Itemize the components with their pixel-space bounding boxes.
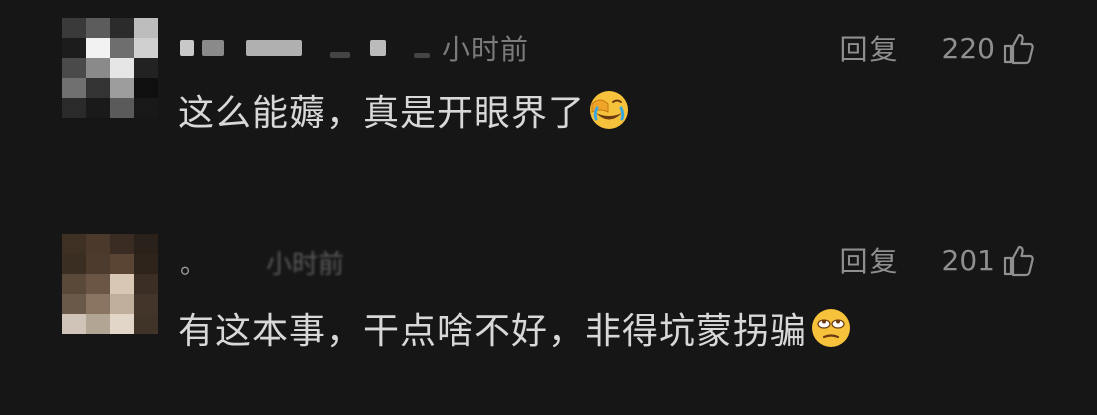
blurred-username [330, 52, 350, 58]
comment-list: 小时前 回复 220 这么能薅，真是开眼界了 。 小时前 回复 201 有这本事… [0, 0, 1097, 415]
like-count: 201 [941, 243, 995, 277]
thumb-up-icon[interactable] [1001, 31, 1035, 65]
comment-actions: 回复 201 [840, 240, 1035, 280]
facepalm-laughing-icon [590, 91, 629, 129]
reply-button[interactable]: 回复 [840, 28, 900, 68]
reply-button[interactable]: 回复 [840, 240, 900, 280]
blurred-username [202, 40, 224, 56]
blurred-username [370, 40, 386, 56]
comment-author: 。 [180, 249, 207, 280]
comment-text: 这么能薅，真是开眼界了 [178, 93, 586, 134]
avatar[interactable] [62, 18, 158, 118]
comment-meta: 小时前 [180, 28, 529, 68]
avatar[interactable] [62, 234, 158, 334]
comment-text-row: 有这本事，干点啥不好，非得坑蒙拐骗 [178, 302, 853, 354]
like-count: 220 [941, 31, 995, 65]
eye-roll-icon [812, 309, 851, 347]
thumb-up-icon[interactable] [1001, 243, 1035, 277]
comment-text: 有这本事，干点啥不好，非得坑蒙拐骗 [178, 311, 808, 352]
comment-time: 小时前 [266, 249, 345, 280]
comment-meta: 。 小时前 [180, 242, 344, 282]
comment-time: 小时前 [442, 33, 530, 66]
comment-text-row: 这么能薅，真是开眼界了 [178, 84, 631, 136]
blurred-username [414, 52, 430, 58]
comment-actions: 回复 220 [840, 28, 1035, 68]
comment-item: 。 小时前 回复 201 有这本事，干点啥不好，非得坑蒙拐骗 [0, 230, 1097, 352]
blurred-username [246, 40, 302, 56]
comment-item: 小时前 回复 220 这么能薅，真是开眼界了 [0, 14, 1097, 204]
blurred-username [180, 40, 194, 56]
